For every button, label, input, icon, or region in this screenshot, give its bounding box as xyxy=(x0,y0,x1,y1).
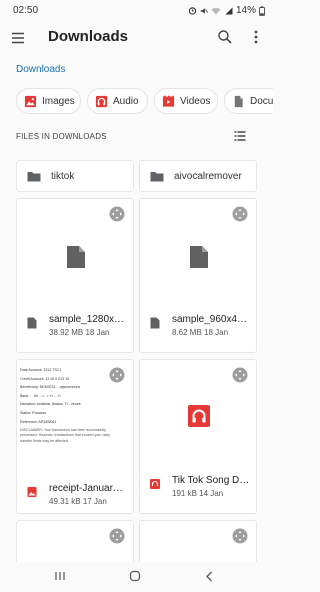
folder-tiktok[interactable]: tiktok xyxy=(16,160,134,192)
file-size: 191 kB xyxy=(172,489,197,498)
select-icon[interactable] xyxy=(109,528,125,544)
navigation-bar xyxy=(0,562,273,592)
file-card[interactable]: Date Account: 2312 TSC1 Credit Account: … xyxy=(16,359,134,514)
file-icon xyxy=(67,246,85,268)
headphones-icon xyxy=(150,479,160,489)
receipt-line: Narration: #vaticlar, 8natus, Tr - zsoee xyxy=(20,402,81,407)
select-icon[interactable] xyxy=(232,367,248,383)
filter-chips: Images Audio Videos Docu xyxy=(0,88,273,116)
select-icon[interactable] xyxy=(109,367,125,383)
chip-images[interactable]: Images xyxy=(16,88,81,114)
chip-audio-label: Audio xyxy=(113,95,139,107)
folder-name: aivocalremover xyxy=(174,170,242,182)
file-name: receipt-Januar… xyxy=(49,483,123,494)
folder-icon xyxy=(150,171,164,181)
file-name: Tik Tok Song D… xyxy=(172,475,250,486)
file-card[interactable]: Tik Tok Song D… 191 kB 14 Jan xyxy=(139,359,257,514)
recents-icon[interactable] xyxy=(54,570,66,582)
back-icon[interactable] xyxy=(205,571,213,582)
alarm-icon xyxy=(188,7,197,15)
image-icon xyxy=(27,487,37,497)
file-date: 18 Jan xyxy=(85,328,110,337)
file-date: 17 Jan xyxy=(82,497,107,506)
file-icon xyxy=(150,317,160,329)
menu-icon[interactable] xyxy=(10,29,28,47)
select-icon[interactable] xyxy=(232,528,248,544)
battery-percent: 14% xyxy=(235,5,256,16)
folder-aivocalremover[interactable]: aivocalremover xyxy=(139,160,257,192)
more-options-icon[interactable] xyxy=(250,28,262,46)
file-date: 18 Jan xyxy=(204,328,229,337)
status-icons: 14% xyxy=(188,5,265,16)
search-icon[interactable] xyxy=(216,28,234,46)
receipt-line: Bank: ... tlil ... r... r t t ... l t xyxy=(20,393,61,398)
chip-videos[interactable]: Videos xyxy=(154,88,218,114)
home-icon[interactable] xyxy=(129,570,141,582)
signal-icon xyxy=(225,6,233,15)
headphones-icon xyxy=(95,95,108,107)
file-size: 8.62 MB xyxy=(172,328,202,337)
file-date: 14 Jan xyxy=(199,489,224,498)
chip-documents[interactable]: Docu xyxy=(224,88,273,114)
file-name: sample_960x4… xyxy=(172,314,248,325)
document-icon xyxy=(234,95,243,107)
chip-images-label: Images xyxy=(42,95,75,107)
receipt-line: Status: Pnocess xyxy=(20,410,46,415)
breadcrumb[interactable]: Downloads xyxy=(16,64,65,75)
file-info: 38.92 MB 18 Jan xyxy=(49,328,110,337)
page-title: Downloads xyxy=(48,28,129,45)
chip-videos-label: Videos xyxy=(180,95,211,107)
section-header: FILES IN DOWNLOADS xyxy=(16,132,107,141)
headphones-icon xyxy=(188,405,210,427)
chip-documents-label: Docu xyxy=(250,95,273,107)
folder-name: tiktok xyxy=(51,170,75,182)
chip-audio[interactable]: Audio xyxy=(87,88,148,114)
status-bar: 02:50 14% xyxy=(0,0,273,22)
receipt-line: Reference: AP34W041 xyxy=(20,419,57,424)
file-size: 49.31 kB xyxy=(49,497,81,506)
app-bar: Downloads xyxy=(0,22,273,54)
list-view-icon[interactable] xyxy=(234,130,246,142)
select-icon[interactable] xyxy=(232,206,248,222)
battery-icon xyxy=(259,5,265,16)
status-time: 02:50 xyxy=(13,5,39,16)
file-name: sample_1280x… xyxy=(49,314,125,325)
wifi-icon xyxy=(211,7,221,14)
file-icon xyxy=(190,246,208,268)
file-card[interactable]: sample_960x4… 8.62 MB 18 Jan xyxy=(139,198,257,353)
movie-icon xyxy=(162,94,175,107)
file-info: 191 kB 14 Jan xyxy=(172,489,223,498)
image-icon xyxy=(24,95,37,107)
receipt-line: Beneficiary: DKMICS1 ...vgsnnmnnns xyxy=(20,385,81,390)
file-info: 8.62 MB 18 Jan xyxy=(172,328,228,337)
file-info: 49.31 kB 17 Jan xyxy=(49,497,107,506)
receipt-disclaimer: DISCLAIMER: Your transaction has been su… xyxy=(20,428,110,443)
file-icon xyxy=(27,317,37,329)
folder-icon xyxy=(27,171,41,181)
select-icon[interactable] xyxy=(109,206,125,222)
file-card[interactable]: sample_1280x… 38.92 MB 18 Jan xyxy=(16,198,134,353)
file-size: 38.92 MB xyxy=(49,328,84,337)
mute-icon xyxy=(200,7,208,14)
